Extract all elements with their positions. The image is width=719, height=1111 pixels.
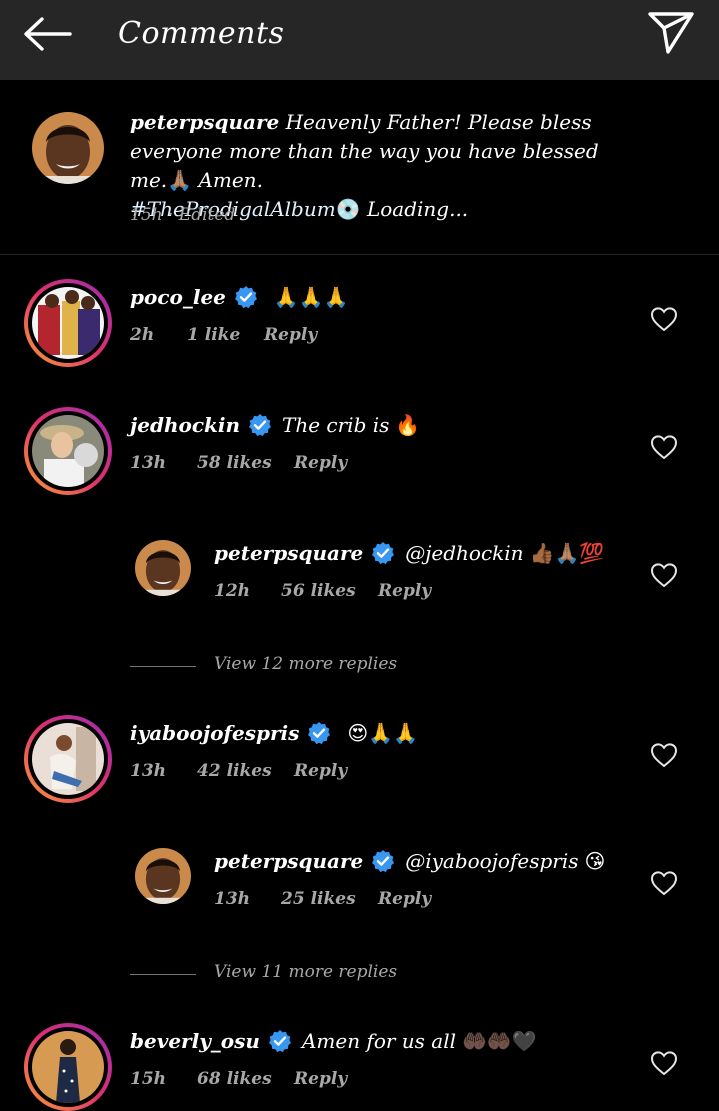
verified-badge-icon: [371, 541, 396, 565]
reply-avatar[interactable]: [135, 848, 191, 904]
heart-icon[interactable]: [650, 434, 678, 460]
view-more-line: [130, 666, 196, 667]
divider: [0, 254, 719, 255]
mention-link[interactable]: @iyaboojofespris: [405, 849, 578, 873]
comment-emoji: 🤲🏿🤲🏿🖤: [462, 1029, 537, 1053]
reply-likes[interactable]: 25 likes: [281, 889, 356, 909]
comment-time: 15h: [130, 1069, 167, 1089]
comment-meta: 13h 42 likes Reply: [130, 761, 530, 783]
heart-icon[interactable]: [650, 562, 678, 588]
comment-time: 13h: [130, 453, 167, 473]
pray-emoji: 🙏🏽: [167, 168, 193, 192]
view-more-label[interactable]: View 11 more replies: [214, 962, 397, 982]
profile-photo-peter: [135, 848, 191, 904]
comment-username[interactable]: iyaboojofespris: [130, 721, 299, 745]
reply-emoji: 😘: [584, 849, 606, 873]
comment-text: Amen for us all: [301, 1029, 457, 1053]
verified-badge-icon: [248, 413, 272, 437]
comment-likes[interactable]: 68 likes: [197, 1069, 272, 1089]
top-bar: Comments: [0, 0, 719, 80]
comment-emoji: 😍🙏🙏: [347, 721, 419, 745]
view-more-replies[interactable]: View 11 more replies: [130, 962, 430, 986]
reply-time: 12h: [214, 581, 251, 601]
comment-meta: 15h 68 likes Reply: [130, 1069, 530, 1091]
reply-line: peterpsquare @jedhockin 👍🏾🙏🏽💯: [214, 538, 604, 568]
reply-button[interactable]: Reply: [294, 761, 347, 781]
caption-username[interactable]: peterpsquare: [130, 110, 279, 134]
verified-badge-icon: [233, 285, 258, 309]
reply-button[interactable]: Reply: [378, 889, 431, 909]
reply-meta: 13h 25 likes Reply: [214, 889, 614, 911]
reply-avatar[interactable]: [135, 540, 191, 596]
reply-button[interactable]: Reply: [294, 1069, 347, 1089]
page-title: Comments: [118, 16, 285, 51]
heart-icon[interactable]: [650, 1050, 678, 1076]
disc-emoji: 💿: [335, 197, 361, 221]
reply-button[interactable]: Reply: [378, 581, 431, 601]
heart-icon[interactable]: [650, 742, 678, 768]
verified-badge-icon: [307, 721, 332, 745]
comment-likes[interactable]: 42 likes: [197, 761, 272, 781]
reply-button[interactable]: Reply: [264, 325, 317, 345]
caption-meta: 15h · Edited: [130, 205, 236, 225]
reply-username[interactable]: peterpsquare: [214, 541, 363, 565]
comment-time: 2h: [130, 325, 155, 345]
reply-line: peterpsquare @iyaboojofespris 😘: [214, 846, 605, 876]
view-more-line: [130, 974, 196, 975]
profile-photo-poco: [32, 287, 104, 359]
avatar-story-ring[interactable]: [24, 279, 112, 367]
verified-badge-icon: [267, 1029, 292, 1053]
view-more-replies[interactable]: View 12 more replies: [130, 654, 430, 678]
reply-username[interactable]: peterpsquare: [214, 849, 363, 873]
mention-link[interactable]: @jedhockin: [405, 541, 523, 565]
reply-likes[interactable]: 56 likes: [281, 581, 356, 601]
reply-emoji: 👍🏾🙏🏽💯: [529, 541, 605, 565]
comment-likes[interactable]: 58 likes: [197, 453, 272, 473]
comment-time: 13h: [130, 761, 167, 781]
profile-photo-beverly: [32, 1031, 104, 1103]
comment-line: poco_lee 🙏🙏🙏: [130, 282, 349, 312]
comment-likes[interactable]: 1 like: [187, 325, 240, 345]
caption-avatar[interactable]: [32, 112, 104, 184]
profile-photo-iyabo: [32, 723, 104, 795]
avatar-story-ring[interactable]: [24, 1023, 112, 1111]
comment-emoji: 🔥: [395, 413, 421, 437]
avatar-story-ring[interactable]: [24, 407, 112, 495]
heart-icon[interactable]: [650, 306, 678, 332]
reply-meta: 12h 56 likes Reply: [214, 581, 614, 603]
reply-button[interactable]: Reply: [294, 453, 347, 473]
comment-username[interactable]: poco_lee: [130, 285, 226, 309]
comment-text: The crib is: [282, 413, 390, 437]
comment-meta: 2h 1 like Reply: [130, 325, 530, 347]
profile-photo-peter: [32, 112, 104, 184]
profile-photo-peter: [135, 540, 191, 596]
caption-text-part: Amen.: [198, 168, 263, 192]
comment-meta: 13h 58 likes Reply: [130, 453, 530, 475]
view-more-label[interactable]: View 12 more replies: [214, 654, 397, 674]
comment-line: iyaboojofespris 😍🙏🙏: [130, 718, 418, 748]
comment-emoji: 🙏🙏🙏: [273, 285, 349, 309]
back-arrow-icon[interactable]: [22, 14, 74, 54]
comment-line: beverly_osu Amen for us all 🤲🏿🤲🏿🖤: [130, 1026, 537, 1056]
comment-line: jedhockin The crib is 🔥: [130, 410, 420, 440]
avatar-story-ring[interactable]: [24, 715, 112, 803]
caption-text-part: Loading...: [366, 197, 469, 221]
verified-badge-icon: [371, 849, 396, 873]
heart-icon[interactable]: [650, 870, 678, 896]
profile-photo-jed: [32, 415, 104, 487]
send-icon[interactable]: [646, 10, 696, 56]
comment-username[interactable]: beverly_osu: [130, 1029, 260, 1053]
reply-time: 13h: [214, 889, 251, 909]
comment-username[interactable]: jedhockin: [130, 413, 240, 437]
